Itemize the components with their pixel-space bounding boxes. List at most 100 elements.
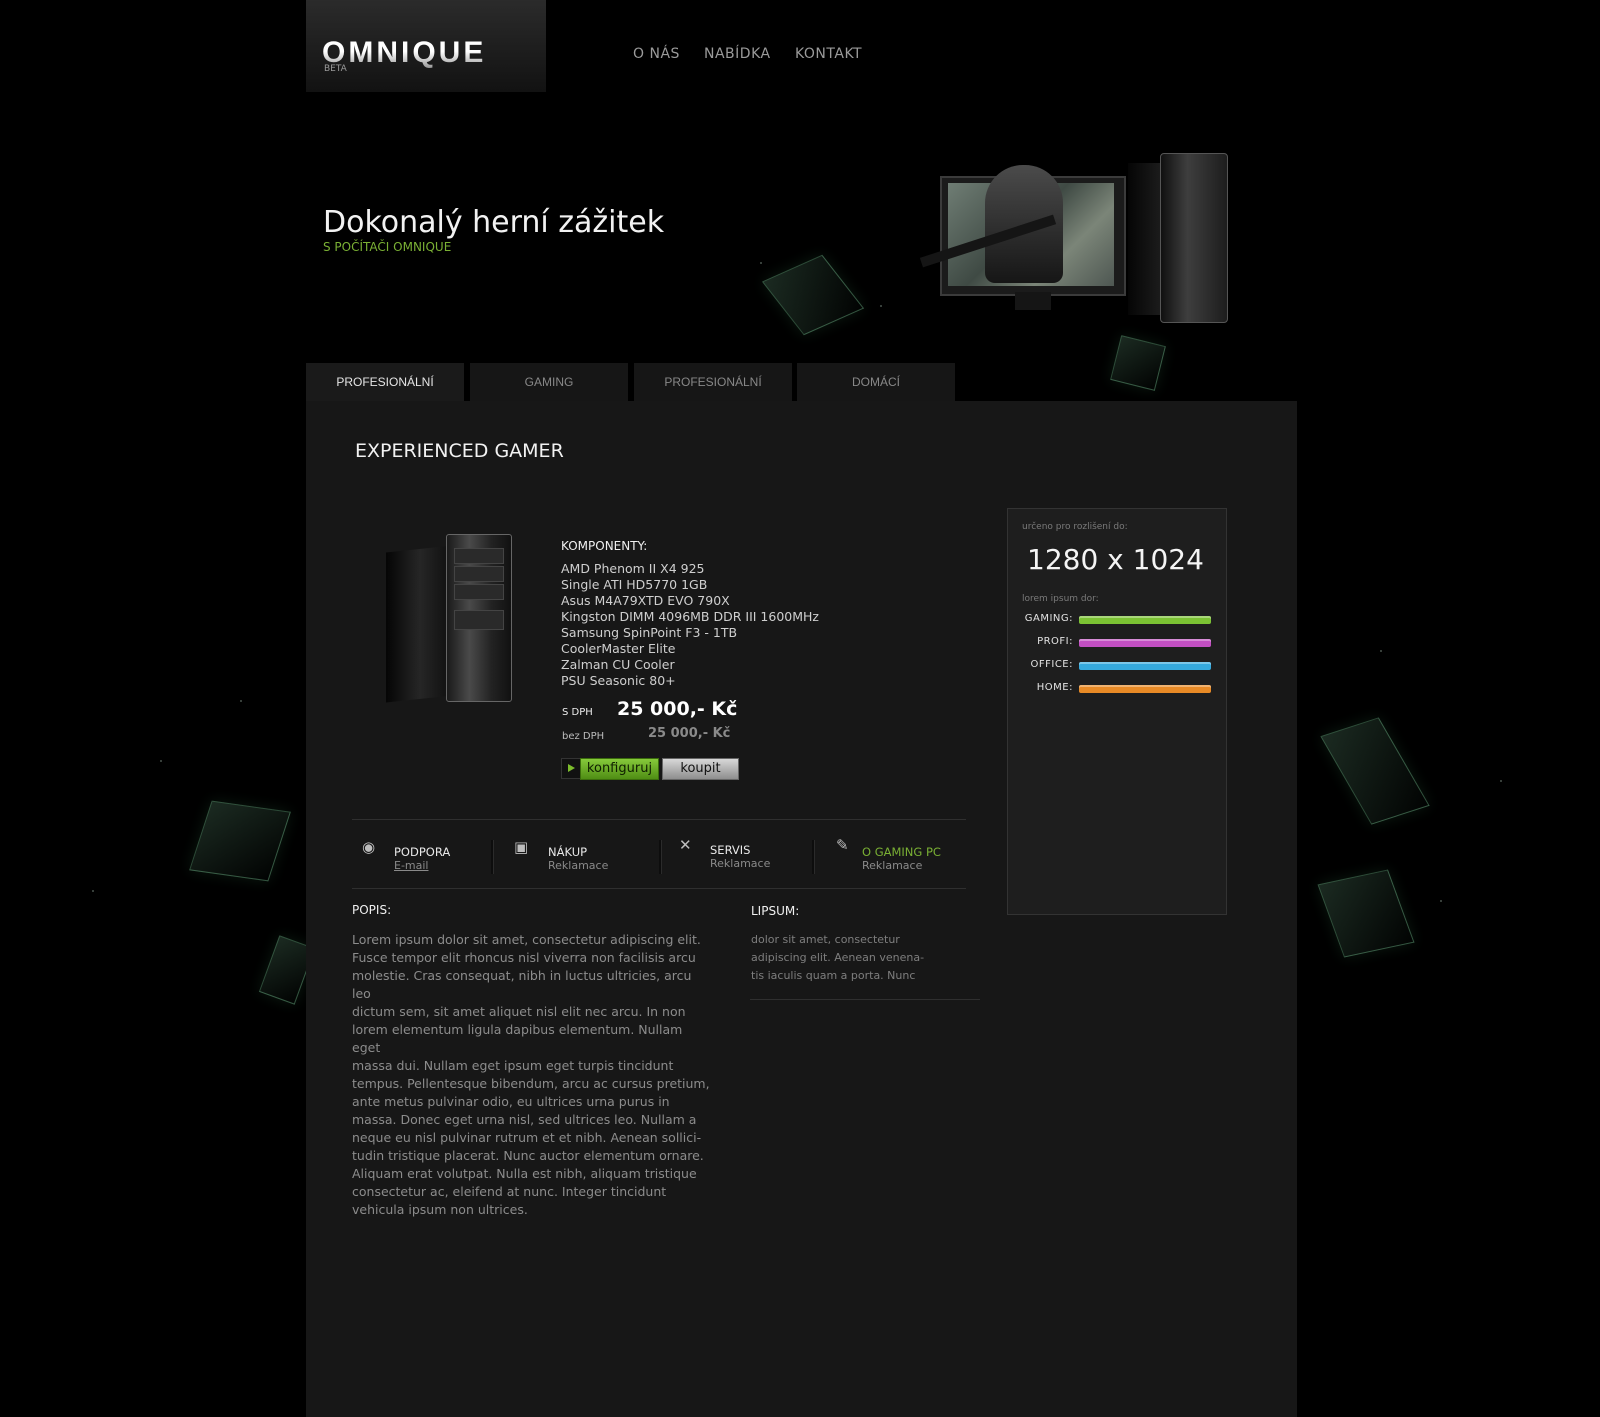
product-title: EXPERIENCED GAMER [355, 440, 564, 462]
glass-shard [761, 254, 865, 336]
separator [659, 840, 662, 874]
dust-particle [1380, 650, 1382, 652]
components-heading: KOMPONENTY: [561, 539, 648, 553]
feature-nakup-link[interactable]: Reklamace [548, 859, 608, 872]
description-line: Lorem ipsum dolor sit amet, consectetur … [352, 932, 701, 947]
feature-servis-link[interactable]: Reklamace [710, 857, 770, 870]
wrench-icon: ✕ [679, 836, 692, 854]
play-icon[interactable] [561, 758, 582, 779]
mouse-icon: ◉ [362, 838, 376, 856]
glass-shard [1320, 717, 1430, 825]
lipsum-text: dolor sit amet, consectetur adipiscing e… [751, 931, 971, 985]
dust-particle [240, 700, 242, 702]
component-item: Samsung SpinPoint F3 - 1TB [561, 625, 738, 640]
tab-gaming[interactable]: GAMING [470, 363, 628, 401]
feature-nakup-title: NÁKUP [548, 845, 588, 859]
bar-label-home: HOME: [1036, 682, 1073, 693]
separator [812, 840, 815, 874]
product-image-side [386, 546, 448, 703]
separator [491, 840, 494, 874]
bar-label-gaming: GAMING: [1024, 613, 1073, 624]
divider [352, 819, 966, 820]
description-line: ante metus pulvinar odio, eu ultrices ur… [352, 1094, 670, 1109]
drive-bay [454, 548, 504, 564]
tab-domaci[interactable]: DOMÁCÍ [797, 363, 955, 401]
dust-particle [1440, 900, 1442, 902]
pc-tower-image-front [1160, 153, 1228, 323]
feature-podpora-title: PODPORA [394, 845, 451, 859]
lipsum-line: tis iaculis quam a porta. Nunc [751, 969, 916, 982]
description-line: lorem elementum ligula dapibus elementum… [352, 1022, 683, 1055]
lipsum-line: dolor sit amet, consectetur [751, 933, 900, 946]
description-line: neque eu nisl pulvinar rutrum et et nibh… [352, 1130, 702, 1145]
description-line: dictum sem, sit amet aliquet nisl elit n… [352, 1004, 686, 1019]
divider [750, 999, 980, 1000]
description-line: Fusce tempor elit rhoncus nisl viverra n… [352, 950, 696, 965]
glass-shard [1110, 335, 1166, 391]
description-heading: POPIS: [352, 903, 392, 917]
bar-fill-profi [1079, 639, 1211, 647]
price-with-vat: 25 000,- Kč [617, 698, 738, 720]
description-text: Lorem ipsum dolor sit amet, consectetur … [352, 931, 712, 1219]
nav-link-contact[interactable]: KONTAKT [795, 46, 862, 62]
pc-tower-image [1128, 163, 1164, 315]
feature-gaming-pc-link[interactable]: Reklamace [862, 859, 922, 872]
beta-tag: BETA [324, 64, 347, 74]
dust-particle [760, 262, 762, 264]
description-line: Aliquam erat volutpat. Nulla est nibh, a… [352, 1166, 697, 1181]
component-item: CoolerMaster Elite [561, 641, 676, 656]
dust-particle [1500, 780, 1502, 782]
description-line: tudin tristique placerat. Nunc auctor el… [352, 1148, 704, 1163]
component-item: Kingston DIMM 4096MB DDR III 1600MHz [561, 609, 819, 624]
monitor-stand [1015, 292, 1051, 310]
feature-gaming-pc-title[interactable]: O GAMING PC [862, 845, 941, 859]
price-without-vat: 25 000,- Kč [648, 726, 731, 741]
description-line: consectetur ac, eleifend at nunc. Intege… [352, 1184, 667, 1199]
description-line: massa dui. Nullam eget ipsum eget turpis… [352, 1058, 674, 1073]
bar-gaming [1079, 616, 1211, 624]
price-vat-label: S DPH [562, 707, 593, 718]
dust-particle [880, 305, 882, 307]
drive-bay [454, 566, 504, 582]
description-line: massa. Donec eget urna nisl, sed ultrice… [352, 1112, 697, 1127]
component-item: Single ATI HD5770 1GB [561, 577, 708, 592]
usage-label: lorem ipsum dor: [1022, 594, 1099, 604]
hero-title: Dokonalý herní zážitek [323, 205, 665, 240]
lipsum-line: adipiscing elit. Aenean venena- [751, 951, 925, 964]
description-line: tempus. Pellentesque bibendum, arcu ac c… [352, 1076, 710, 1091]
description-line: molestie. Cras consequat, nibh in luctus… [352, 968, 692, 1001]
bar-home [1079, 685, 1211, 693]
bar-label-profi: PROFI: [1037, 636, 1073, 647]
drive-bay [454, 610, 504, 630]
box-icon: ▣ [514, 838, 529, 856]
price-novat-label: bez DPH [562, 731, 605, 742]
component-item: PSU Seasonic 80+ [561, 673, 676, 688]
bar-label-office: OFFICE: [1030, 659, 1073, 670]
buy-button[interactable]: koupit [662, 758, 739, 780]
nav-link-about[interactable]: O NÁS [633, 46, 680, 62]
configure-button[interactable]: konfiguruj [580, 758, 659, 780]
components-list: AMD Phenom II X4 925 Single ATI HD5770 1… [561, 561, 819, 689]
glass-shard [189, 800, 291, 882]
glass-shard [1317, 869, 1415, 958]
resolution-value: 1280 x 1024 [1027, 543, 1204, 576]
nav-link-offer[interactable]: NABÍDKA [704, 46, 771, 62]
resolution-label: určeno pro rozlišení do: [1022, 522, 1128, 532]
hero-subtitle: S POČÍTAČI OMNIQUE [323, 240, 452, 254]
bar-fill-office [1079, 662, 1211, 670]
tab-profesionalni-2[interactable]: PROFESIONÁLNÍ [634, 363, 792, 401]
bar-fill-gaming [1079, 616, 1211, 624]
bar-profi [1079, 639, 1211, 647]
feature-podpora-email-link[interactable]: E-mail [394, 859, 429, 872]
component-item: Zalman CU Cooler [561, 657, 675, 672]
dust-particle [160, 760, 162, 762]
component-item: Asus M4A79XTD EVO 790X [561, 593, 730, 608]
dust-particle [92, 890, 94, 892]
feature-servis-title: SERVIS [710, 843, 751, 857]
bar-fill-home [1079, 685, 1211, 693]
pen-icon: ✎ [836, 836, 849, 854]
description-line: vehicula ipsum non ultrices. [352, 1202, 528, 1217]
tab-profesionalni[interactable]: PROFESIONÁLNÍ [306, 363, 464, 402]
bar-office [1079, 662, 1211, 670]
lipsum-heading: LIPSUM: [751, 904, 800, 918]
